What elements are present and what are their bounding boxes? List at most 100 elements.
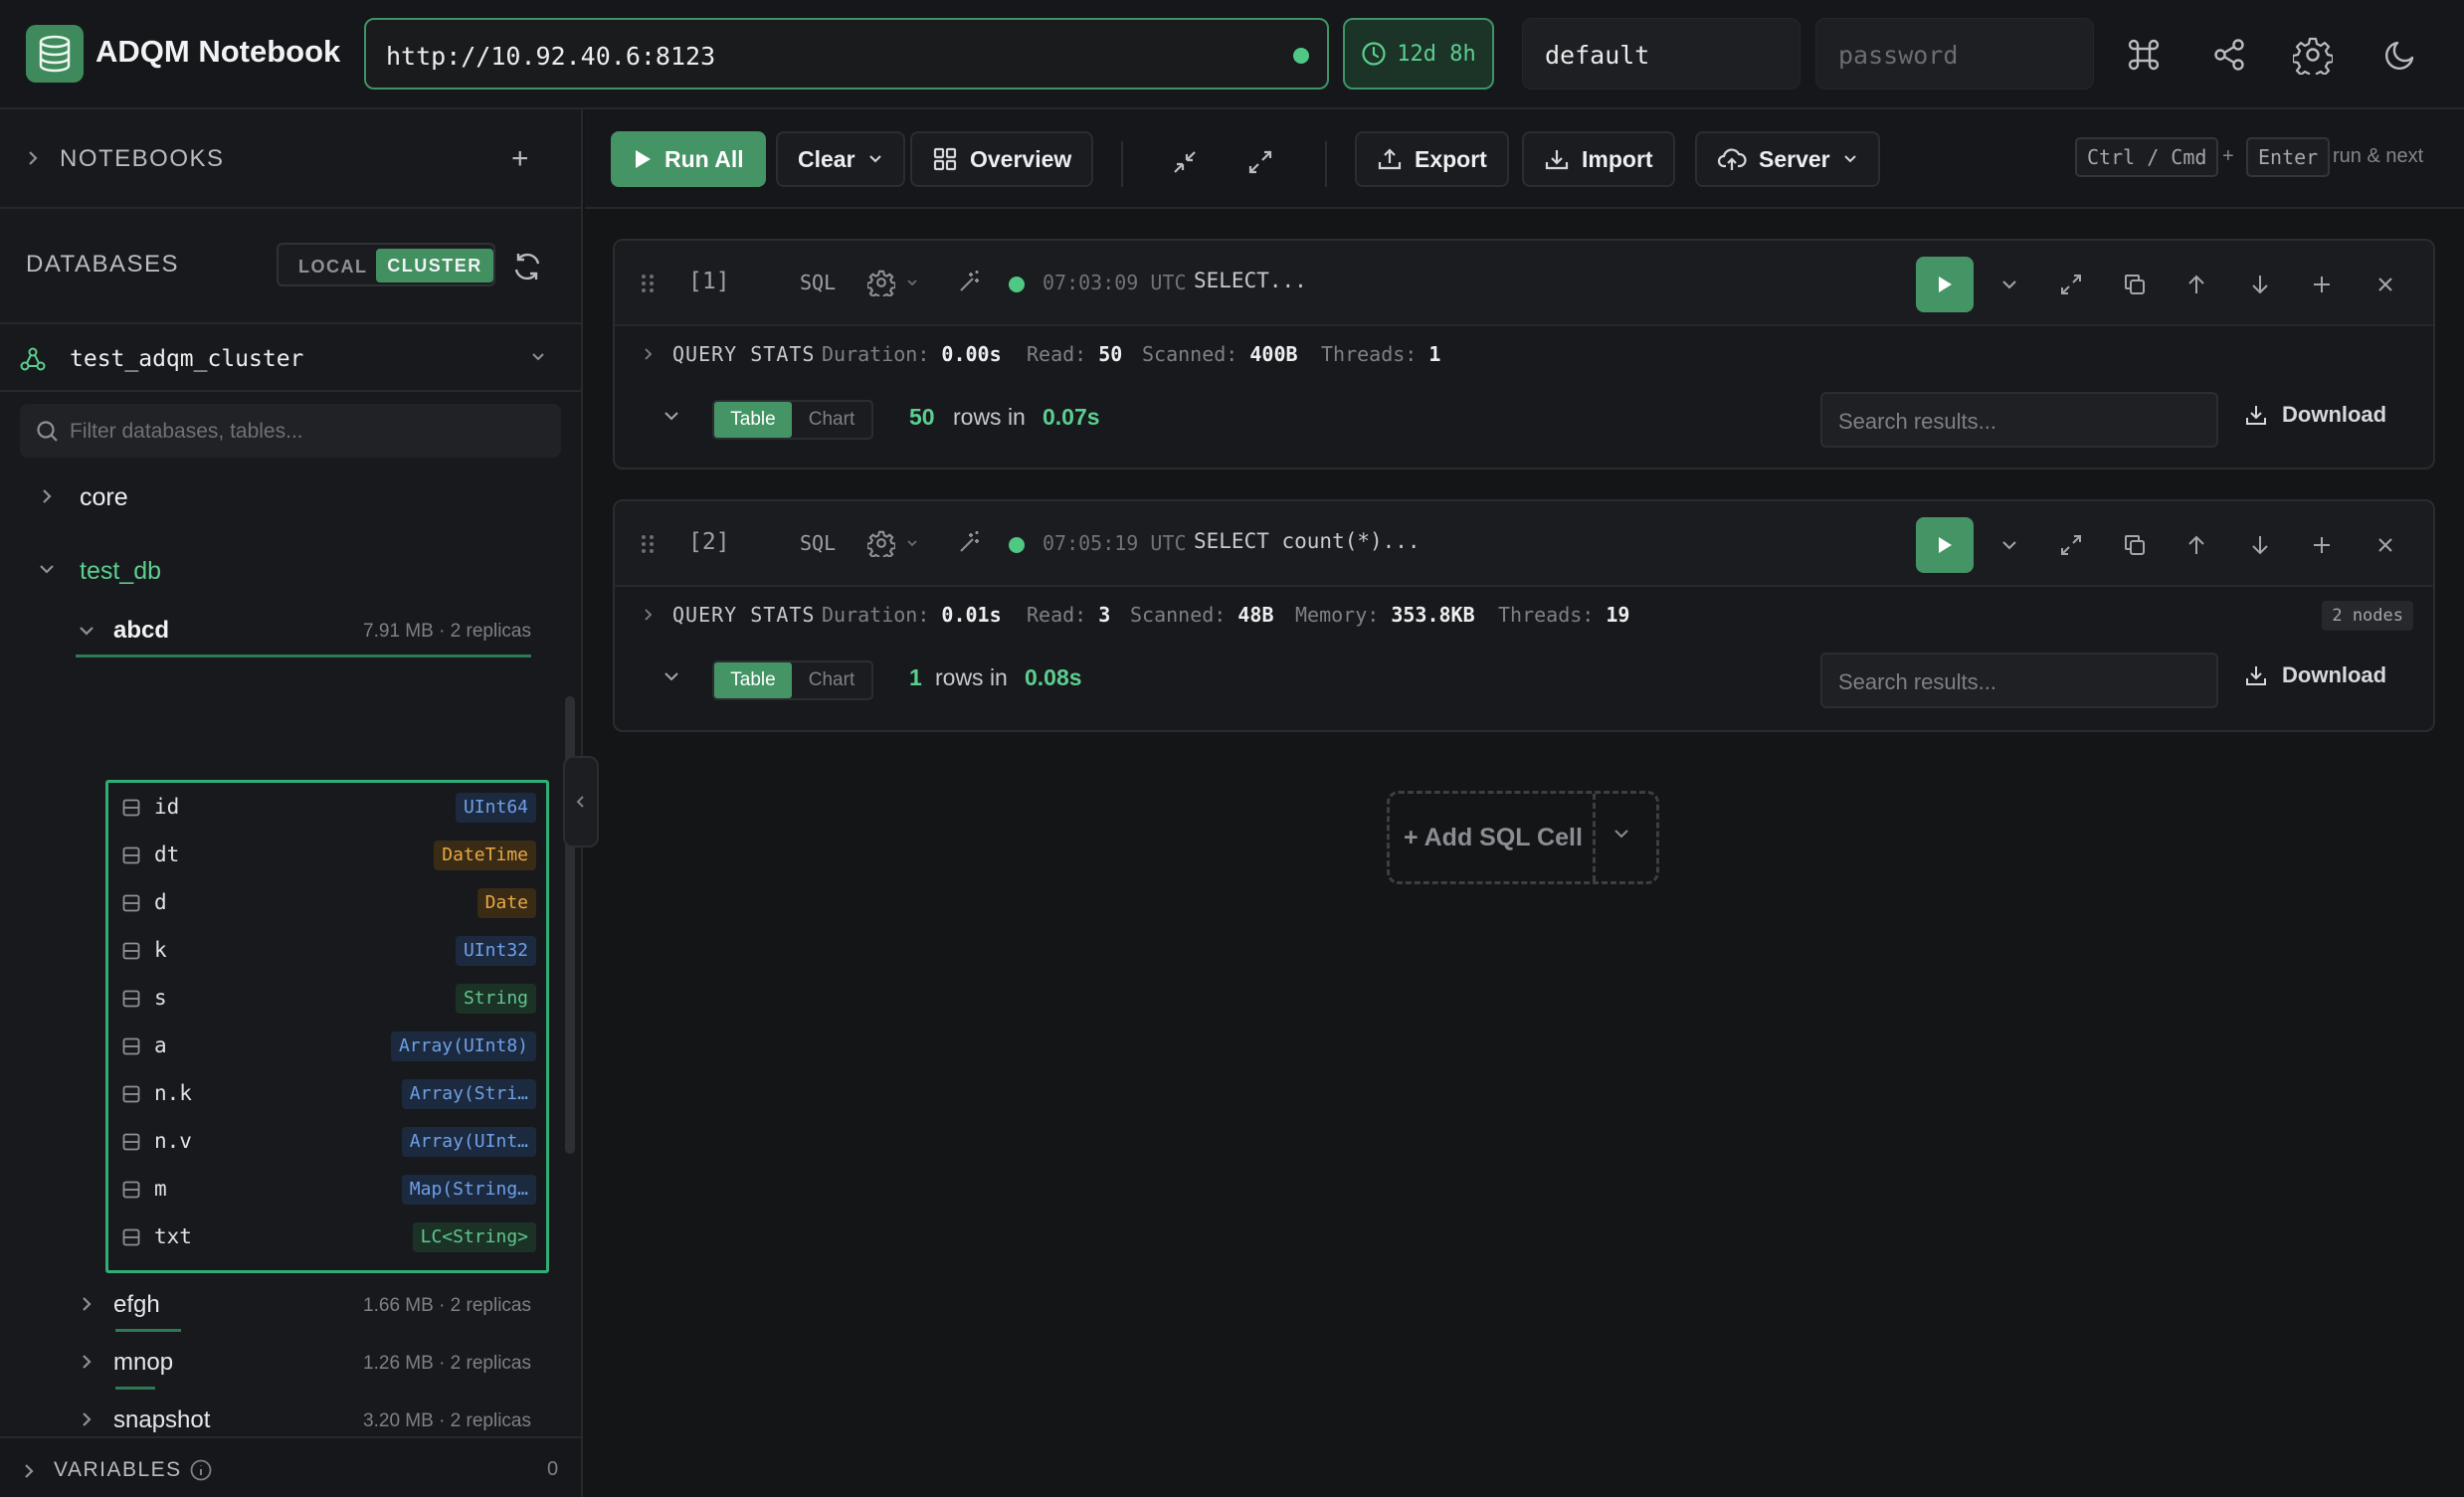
chevron-down-icon[interactable]: [663, 670, 680, 682]
search-results-input[interactable]: Search results...: [1820, 392, 2218, 448]
server-url-value[interactable]: http://10.92.40.6:8123: [386, 42, 715, 71]
db-name[interactable]: test_db: [80, 557, 161, 586]
chevron-right-icon[interactable]: [80, 1410, 94, 1428]
close-icon[interactable]: [2366, 265, 2405, 304]
clear-button[interactable]: Clear: [776, 131, 905, 187]
query-stats-row[interactable]: QUERY STATS Duration: 0.00s Read: 50 Sca…: [615, 328, 2433, 380]
gear-icon[interactable]: [2288, 30, 2338, 80]
moon-icon[interactable]: [2375, 30, 2425, 80]
chevron-right-icon[interactable]: [643, 607, 655, 623]
cluster-selector[interactable]: test_adqm_cluster: [0, 322, 581, 392]
chevron-right-icon[interactable]: [40, 487, 54, 505]
tree-db-test-db[interactable]: test_db: [0, 541, 581, 597]
chevron-down-icon[interactable]: [905, 539, 919, 549]
tree-table-mnop[interactable]: mnop 1.26 MB · 2 replicas: [0, 1335, 581, 1391]
chevron-down-icon[interactable]: [1990, 525, 2029, 565]
password-placeholder[interactable]: password: [1838, 41, 1958, 70]
refresh-icon[interactable]: [511, 251, 543, 282]
magic-wand-icon[interactable]: [957, 269, 983, 294]
column-row[interactable]: id UInt64: [108, 783, 546, 831]
run-cell-button[interactable]: [1916, 257, 1974, 312]
add-cell-icon[interactable]: [2302, 525, 2342, 565]
filter-placeholder[interactable]: Filter databases, tables...: [70, 420, 303, 444]
column-row[interactable]: m Map(String…: [108, 1165, 546, 1213]
chevron-left-icon[interactable]: [575, 793, 587, 811]
move-down-icon[interactable]: [2240, 525, 2280, 565]
copy-icon[interactable]: [2115, 265, 2155, 304]
chevron-right-icon[interactable]: [22, 1462, 36, 1480]
view-chart-option[interactable]: Chart: [792, 662, 871, 698]
run-all-button[interactable]: Run All: [611, 131, 766, 187]
chevron-down-icon[interactable]: [905, 279, 919, 288]
expand-all-icon[interactable]: [1237, 139, 1283, 185]
add-sql-cell-label[interactable]: + Add SQL Cell: [1404, 824, 1583, 852]
notebooks-section[interactable]: NOTEBOOKS +: [0, 109, 581, 209]
cell-query-preview[interactable]: SELECT...: [1194, 269, 1307, 292]
search-results-placeholder[interactable]: Search results...: [1838, 669, 1996, 695]
username-value[interactable]: default: [1545, 41, 1649, 70]
tree-db-core[interactable]: core: [0, 468, 581, 523]
column-row[interactable]: n.v Array(UInt…: [108, 1117, 546, 1165]
expand-icon[interactable]: [2051, 525, 2091, 565]
password-input[interactable]: password: [1815, 18, 2094, 90]
tree-table-efgh[interactable]: efgh 1.66 MB · 2 replicas: [0, 1277, 581, 1333]
download-button[interactable]: Download: [2244, 662, 2386, 688]
column-row[interactable]: n.k Array(Stri…: [108, 1069, 546, 1117]
table-name[interactable]: efgh: [113, 1291, 160, 1319]
chevron-right-icon[interactable]: [80, 1295, 94, 1313]
server-url-input[interactable]: http://10.92.40.6:8123: [364, 18, 1329, 90]
move-up-icon[interactable]: [2177, 265, 2216, 304]
cluster-name[interactable]: test_adqm_cluster: [70, 346, 303, 372]
chevron-down-icon[interactable]: [1990, 265, 2029, 304]
chevron-right-icon[interactable]: [80, 1353, 94, 1371]
variables-section[interactable]: VARIABLES 0: [0, 1436, 581, 1497]
column-row[interactable]: a Array(UInt8): [108, 1022, 546, 1069]
magic-wand-icon[interactable]: [957, 529, 983, 555]
chevron-down-icon[interactable]: [38, 563, 56, 577]
filter-input[interactable]: Filter databases, tables...: [20, 404, 561, 458]
chevron-down-icon[interactable]: [529, 350, 547, 364]
copy-icon[interactable]: [2115, 525, 2155, 565]
view-chart-option[interactable]: Chart: [792, 402, 871, 438]
tree-table-abcd[interactable]: abcd 7.91 MB · 2 replicas: [0, 603, 581, 658]
search-results-placeholder[interactable]: Search results...: [1838, 409, 1996, 435]
settings-icon[interactable]: [867, 529, 895, 557]
column-row[interactable]: txt LC<String>: [108, 1213, 546, 1260]
mode-cluster-option[interactable]: CLUSTER: [376, 249, 493, 282]
drag-handle-icon[interactable]: [641, 533, 655, 555]
chevron-right-icon[interactable]: [643, 346, 655, 362]
view-table-option[interactable]: Table: [714, 662, 792, 698]
table-name[interactable]: snapshot: [113, 1406, 210, 1434]
collapse-all-icon[interactable]: [1162, 139, 1208, 185]
server-button[interactable]: Server: [1695, 131, 1880, 187]
export-button[interactable]: Export: [1355, 131, 1509, 187]
mode-toggle[interactable]: LOCAL CLUSTER: [277, 243, 495, 286]
add-cell-icon[interactable]: [2302, 265, 2342, 304]
chevron-down-icon[interactable]: [663, 410, 680, 422]
share-icon[interactable]: [2204, 30, 2254, 80]
table-name[interactable]: mnop: [113, 1349, 173, 1377]
username-input[interactable]: default: [1522, 18, 1801, 90]
chevron-down-icon[interactable]: [78, 625, 95, 639]
db-name[interactable]: core: [80, 483, 128, 512]
command-icon[interactable]: [2119, 30, 2169, 80]
view-toggle[interactable]: Table Chart: [712, 660, 873, 700]
table-name[interactable]: abcd: [113, 617, 169, 645]
mode-local-option[interactable]: LOCAL: [298, 257, 368, 278]
add-notebook-icon[interactable]: +: [511, 144, 529, 174]
sidebar-collapse-handle[interactable]: [563, 756, 599, 847]
import-button[interactable]: Import: [1522, 131, 1675, 187]
column-row[interactable]: k UInt32: [108, 926, 546, 974]
column-row[interactable]: dt DateTime: [108, 831, 546, 878]
query-stats-row[interactable]: QUERY STATS Duration: 0.01s Read: 3 Scan…: [615, 589, 2433, 641]
move-up-icon[interactable]: [2177, 525, 2216, 565]
chevron-down-icon[interactable]: [1612, 828, 1630, 840]
search-results-input[interactable]: Search results...: [1820, 653, 2218, 708]
add-sql-cell-button[interactable]: + Add SQL Cell: [1387, 791, 1659, 884]
column-row[interactable]: d Date: [108, 878, 546, 926]
column-row[interactable]: s String: [108, 974, 546, 1022]
overview-button[interactable]: Overview: [910, 131, 1094, 187]
cell-query-preview[interactable]: SELECT count(*)...: [1194, 529, 1421, 553]
close-icon[interactable]: [2366, 525, 2405, 565]
download-button[interactable]: Download: [2244, 402, 2386, 428]
